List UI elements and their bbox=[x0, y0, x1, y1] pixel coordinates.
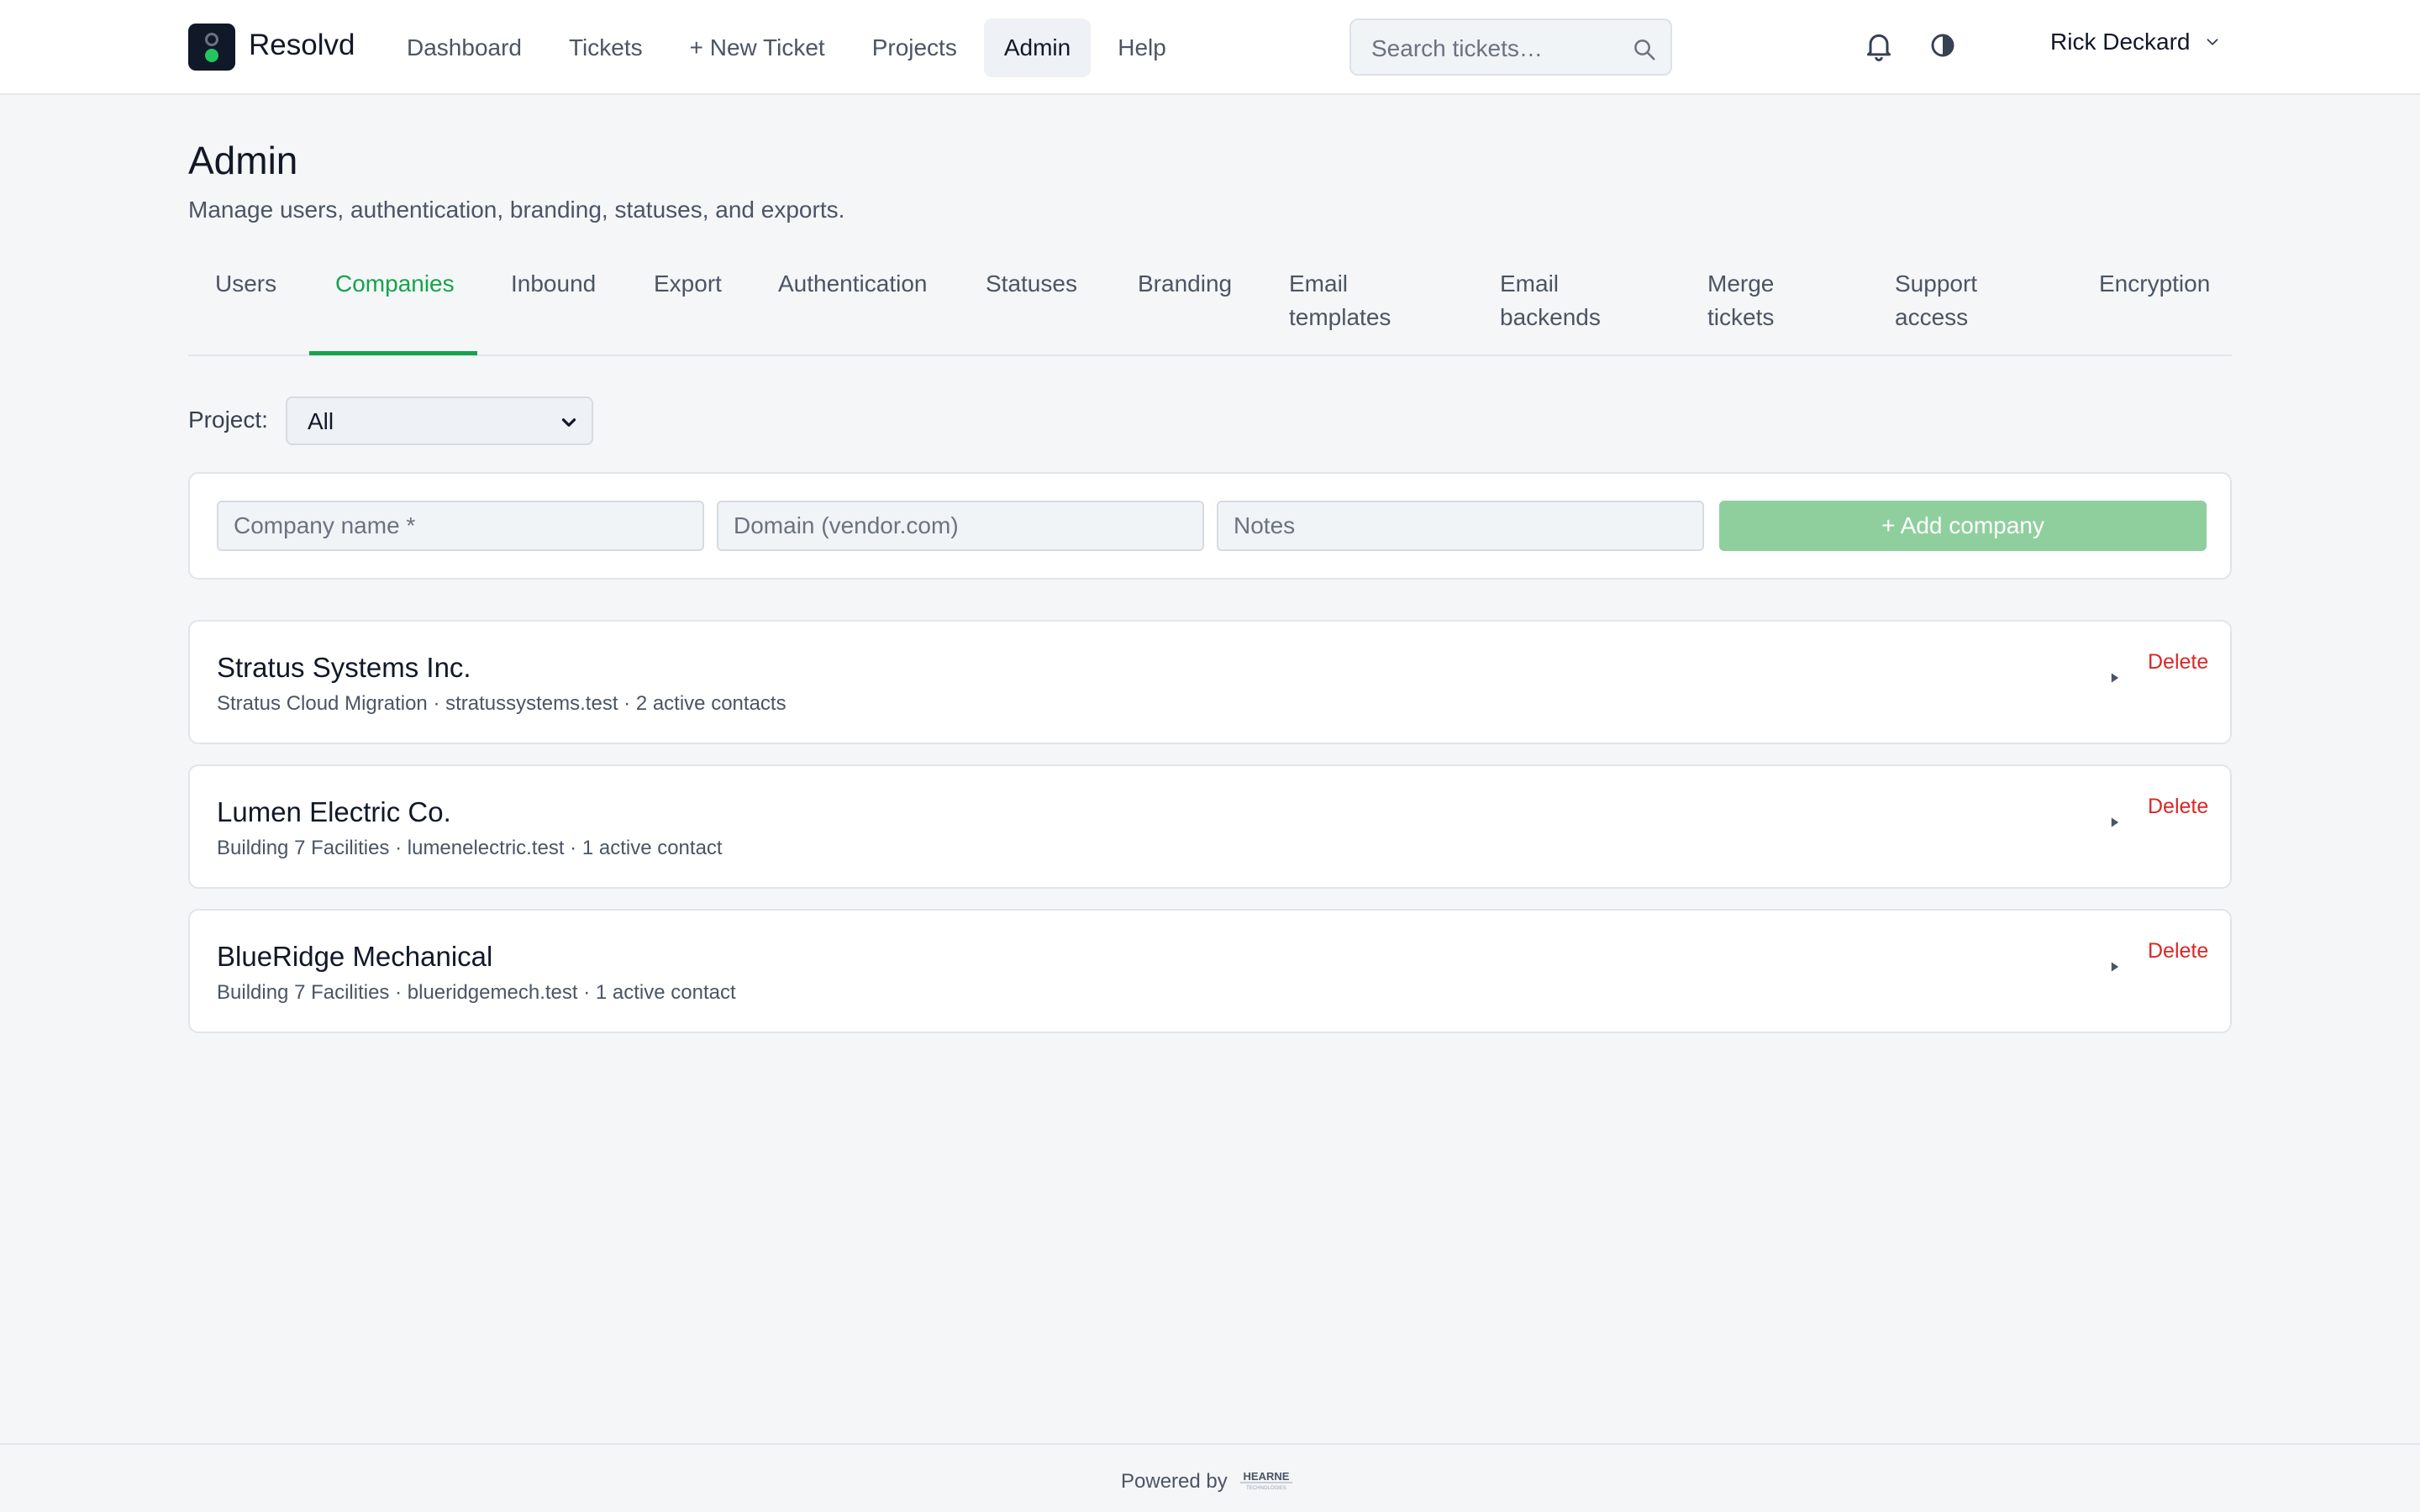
hearne-logo[interactable]: HEARNE TECHNOLOGIES bbox=[1237, 1468, 1296, 1492]
page-title: Admin bbox=[188, 139, 298, 182]
nav-tickets[interactable]: Tickets bbox=[549, 18, 663, 77]
tab-email-templates[interactable]: Email templates bbox=[1289, 267, 1391, 334]
nav-help[interactable]: Help bbox=[1097, 18, 1186, 77]
company-meta: Stratus Cloud Migration · stratussystems… bbox=[217, 692, 786, 715]
company-notes-placeholder: Notes bbox=[1234, 512, 1296, 538]
user-menu[interactable]: Rick Deckard bbox=[2050, 29, 2222, 55]
main-nav: Dashboard Tickets + New Ticket Projects … bbox=[387, 18, 1193, 77]
expand-caret-icon[interactable] bbox=[2109, 816, 2121, 828]
user-name: Rick Deckard bbox=[2050, 29, 2191, 55]
app-brand[interactable]: Resolvd bbox=[249, 29, 355, 62]
tab-export[interactable]: Export bbox=[654, 267, 722, 301]
tab-statuses[interactable]: Statuses bbox=[986, 267, 1077, 301]
page-subtitle: Manage users, authentication, branding, … bbox=[188, 197, 845, 223]
footer: Powered by HEARNE TECHNOLOGIES bbox=[0, 1443, 2420, 1512]
app-logo-icon[interactable] bbox=[188, 24, 235, 71]
bell-icon[interactable] bbox=[1862, 29, 1896, 62]
nav-projects[interactable]: Projects bbox=[852, 18, 977, 77]
tab-support-access[interactable]: Support access bbox=[1895, 267, 1977, 334]
tab-email-backends[interactable]: Email backends bbox=[1500, 267, 1601, 334]
tab-authentication[interactable]: Authentication bbox=[778, 267, 927, 301]
company-meta: Building 7 Facilities · blueridgemech.te… bbox=[217, 981, 736, 1004]
svg-text:TECHNOLOGIES: TECHNOLOGIES bbox=[1246, 1486, 1286, 1491]
tab-merge-tickets[interactable]: Merge tickets bbox=[1707, 267, 1774, 334]
chevron-down-icon bbox=[561, 418, 576, 427]
search-input[interactable]: Search tickets… bbox=[1349, 18, 1672, 76]
tab-users[interactable]: Users bbox=[215, 267, 276, 301]
delete-company-button[interactable]: Delete bbox=[2148, 939, 2208, 963]
theme-toggle-icon[interactable] bbox=[1929, 32, 1956, 59]
project-filter-label: Project: bbox=[188, 407, 268, 433]
project-select[interactable]: All bbox=[286, 396, 593, 445]
company-name: Lumen Electric Co. bbox=[217, 796, 451, 827]
company-name: Stratus Systems Inc. bbox=[217, 652, 471, 683]
active-tab-indicator bbox=[309, 351, 477, 355]
company-domain-input[interactable]: Domain (vendor.com) bbox=[717, 501, 1204, 551]
nav-dashboard[interactable]: Dashboard bbox=[387, 18, 542, 77]
tab-encryption[interactable]: Encryption bbox=[2099, 267, 2210, 301]
admin-tabs: Users Companies Inbound Export Authentic… bbox=[188, 252, 2232, 356]
powered-by-text: Powered by bbox=[1121, 1470, 1228, 1493]
chevron-down-icon bbox=[2207, 39, 2218, 45]
tab-branding[interactable]: Branding bbox=[1138, 267, 1232, 301]
top-navbar: Resolvd Dashboard Tickets + New Ticket P… bbox=[0, 0, 2420, 95]
delete-company-button[interactable]: Delete bbox=[2148, 650, 2208, 675]
company-name-input[interactable]: Company name * bbox=[217, 501, 704, 551]
company-row[interactable]: Lumen Electric Co. Building 7 Facilities… bbox=[188, 764, 2232, 889]
search-icon[interactable] bbox=[1632, 37, 1657, 62]
tab-companies[interactable]: Companies bbox=[335, 267, 455, 301]
delete-company-button[interactable]: Delete bbox=[2148, 795, 2208, 819]
project-select-value: All bbox=[308, 408, 334, 434]
company-name-placeholder: Company name * bbox=[234, 512, 416, 538]
company-meta: Building 7 Facilities · lumenelectric.te… bbox=[217, 837, 723, 859]
add-company-button[interactable]: + Add company bbox=[1719, 501, 2207, 551]
search-placeholder: Search tickets… bbox=[1371, 35, 1543, 61]
add-company-form: Company name * Domain (vendor.com) Notes… bbox=[188, 472, 2232, 580]
expand-caret-icon[interactable] bbox=[2109, 961, 2121, 973]
tab-inbound[interactable]: Inbound bbox=[511, 267, 596, 301]
nav-admin[interactable]: Admin bbox=[983, 18, 1092, 77]
company-row[interactable]: BlueRidge Mechanical Building 7 Faciliti… bbox=[188, 909, 2232, 1033]
expand-caret-icon[interactable] bbox=[2109, 672, 2121, 684]
svg-text:HEARNE: HEARNE bbox=[1244, 1470, 1290, 1483]
company-row[interactable]: Stratus Systems Inc. Stratus Cloud Migra… bbox=[188, 620, 2232, 744]
company-name: BlueRidge Mechanical bbox=[217, 941, 493, 972]
company-domain-placeholder: Domain (vendor.com) bbox=[734, 512, 959, 538]
company-notes-input[interactable]: Notes bbox=[1217, 501, 1704, 551]
nav-new-ticket[interactable]: + New Ticket bbox=[670, 18, 845, 77]
